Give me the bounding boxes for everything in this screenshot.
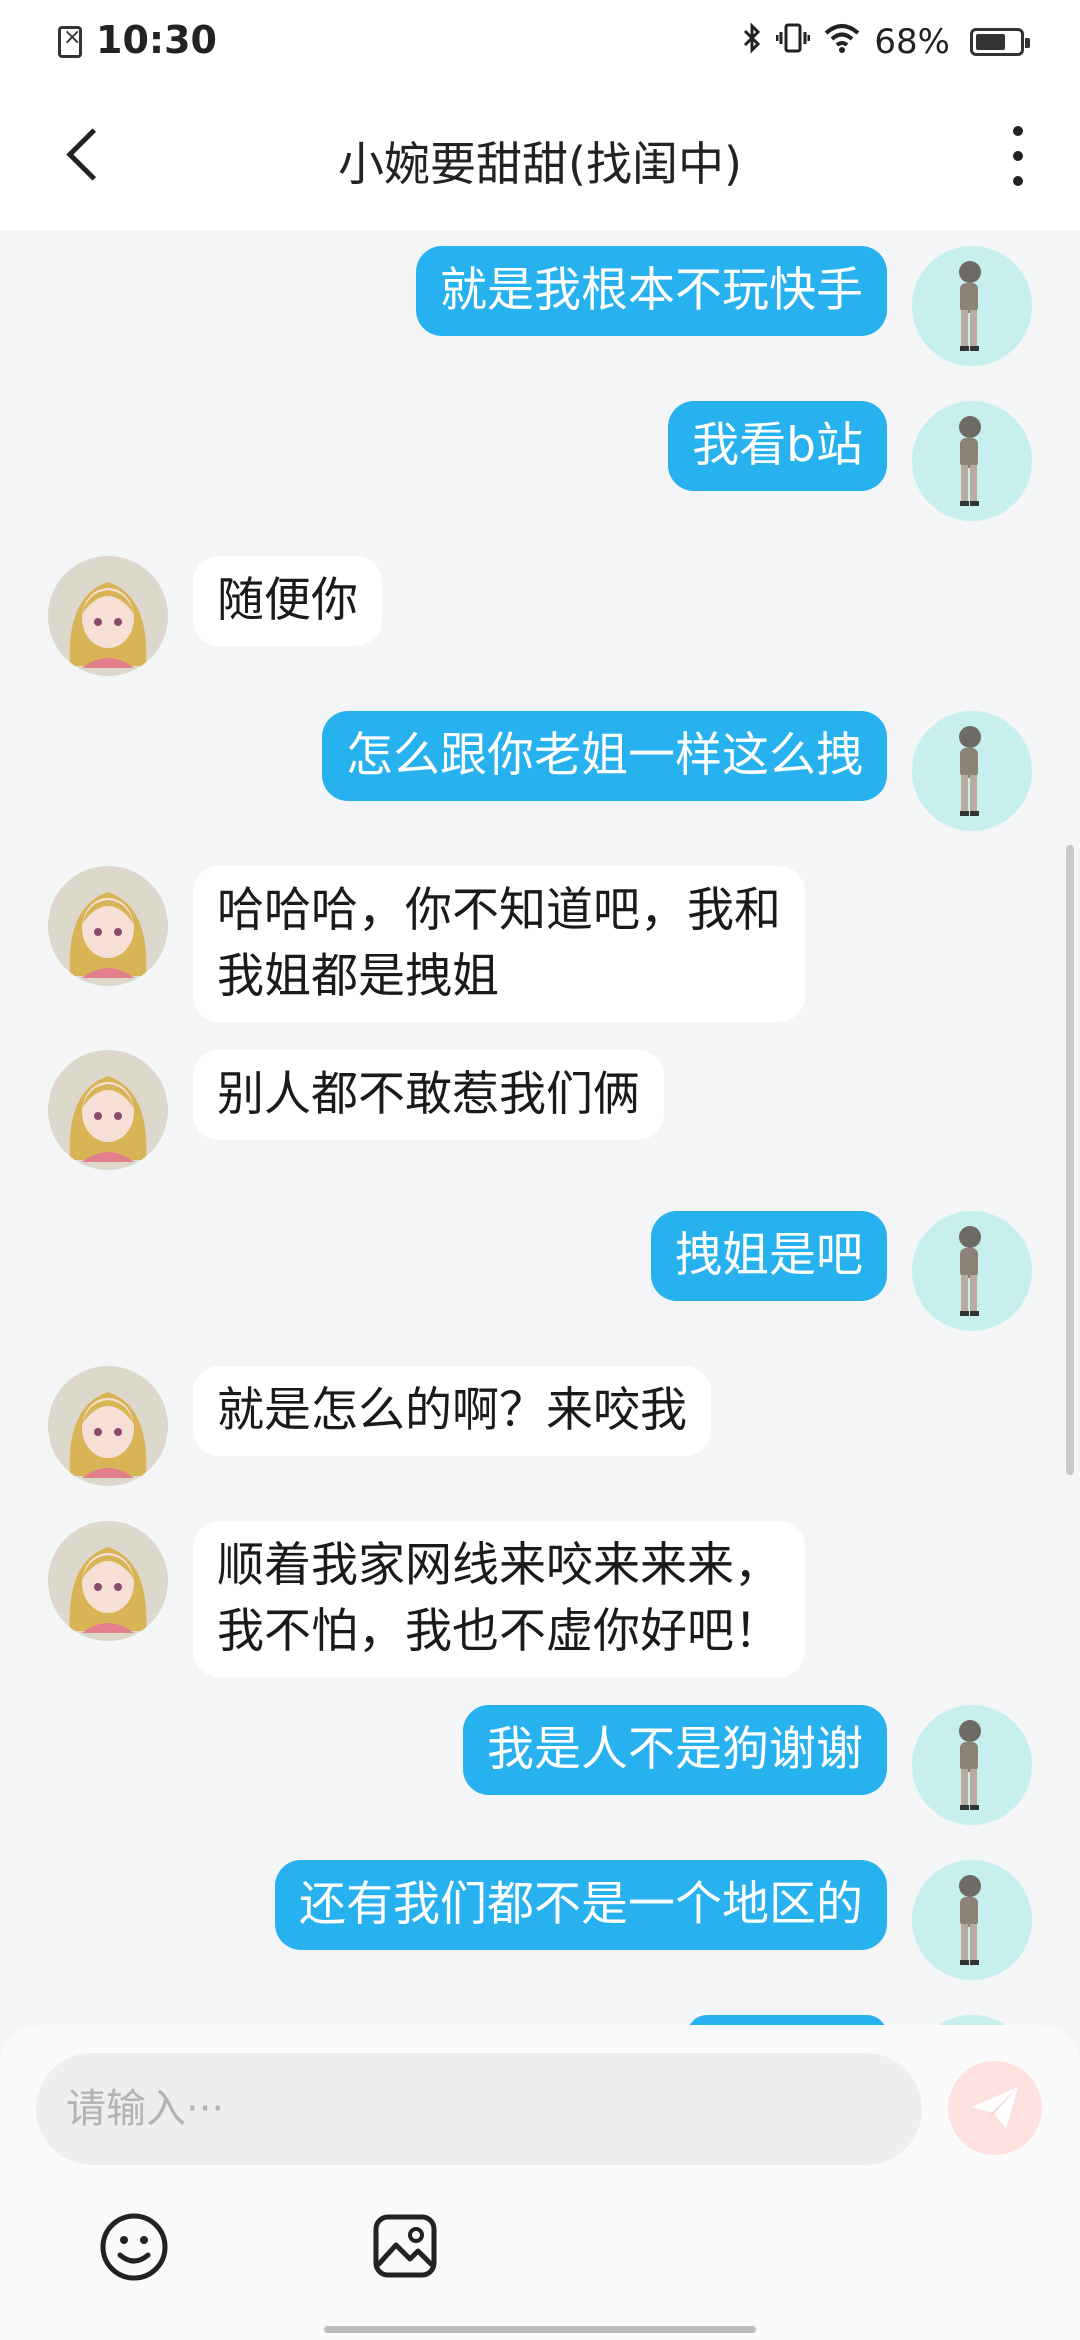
chat-header: 小婉要甜甜(找闺中) — [0, 84, 1080, 230]
outgoing-message[interactable]: 怎么跟你老姐一样这么拽 — [322, 711, 887, 801]
incoming-message[interactable]: 就是怎么的啊？来咬我 — [193, 1366, 711, 1456]
outgoing-message[interactable]: 我看b站 — [668, 401, 887, 491]
outgoing-message[interactable]: 拽姐是吧 — [651, 1211, 887, 1301]
incoming-message[interactable]: 随便你 — [193, 556, 382, 646]
my-avatar[interactable] — [912, 1211, 1032, 1331]
contact-avatar[interactable] — [48, 1521, 168, 1641]
status-bar: 10:30 68% — [0, 0, 1080, 84]
battery-icon — [970, 28, 1030, 56]
my-avatar[interactable] — [912, 1705, 1032, 1825]
more-vertical-icon[interactable] — [1012, 126, 1024, 186]
battery-percent: 68% — [874, 22, 950, 62]
scrollbar[interactable] — [1066, 845, 1074, 1475]
my-avatar[interactable] — [912, 246, 1032, 366]
my-avatar[interactable] — [912, 401, 1032, 521]
my-avatar[interactable] — [912, 711, 1032, 831]
incoming-message[interactable]: 哈哈哈，你不知道吧，我和 我姐都是拽姐 — [193, 866, 805, 1022]
image-button[interactable] — [370, 2211, 440, 2281]
status-time: 10:30 — [96, 18, 217, 62]
battery-level — [976, 34, 1005, 50]
bluetooth-icon — [742, 22, 762, 62]
emoji-button[interactable] — [98, 2211, 170, 2283]
outgoing-message[interactable]: 我是人不是狗谢谢 — [463, 1705, 887, 1795]
contact-avatar[interactable] — [48, 1366, 168, 1486]
message-line: 顺着我家网线来咬来来来， — [217, 1538, 781, 1593]
my-avatar[interactable] — [912, 1860, 1032, 1980]
contact-avatar[interactable] — [48, 866, 168, 986]
status-indicators: 68% — [742, 18, 1030, 66]
wifi-icon — [824, 23, 860, 61]
smiley-icon — [100, 2213, 168, 2281]
outgoing-message[interactable]: 就是我根本不玩快手 — [416, 246, 887, 336]
chat-title: 小婉要甜甜(找闺中) — [338, 137, 742, 191]
vibrate-icon — [775, 22, 811, 62]
message-line: 哈哈哈，你不知道吧，我和 — [217, 883, 781, 938]
outgoing-message-partial[interactable] — [687, 2015, 887, 2025]
incoming-message[interactable]: 别人都不敢惹我们俩 — [193, 1050, 664, 1140]
incoming-message[interactable]: 顺着我家网线来咬来来来， 我不怕，我也不虚你好吧！ — [193, 1521, 805, 1677]
message-list[interactable]: 就是我根本不玩快手 我看b站 随便你 怎么跟你老姐一样这么拽 哈哈哈，你不知道吧… — [0, 230, 1080, 2025]
image-icon — [373, 2214, 437, 2278]
send-icon — [972, 2087, 1018, 2129]
send-button[interactable] — [948, 2061, 1042, 2155]
contact-avatar[interactable] — [48, 556, 168, 676]
my-avatar[interactable] — [912, 2015, 1032, 2025]
contact-avatar[interactable] — [48, 1050, 168, 1170]
message-input[interactable] — [36, 2053, 922, 2165]
message-line: 我姐都是拽姐 — [217, 949, 499, 1004]
home-indicator[interactable] — [324, 2326, 756, 2333]
composer-panel — [0, 2025, 1080, 2340]
no-sim-icon — [58, 25, 82, 58]
outgoing-message[interactable]: 还有我们都不是一个地区的 — [275, 1860, 887, 1950]
message-line: 我不怕，我也不虚你好吧！ — [217, 1604, 781, 1659]
